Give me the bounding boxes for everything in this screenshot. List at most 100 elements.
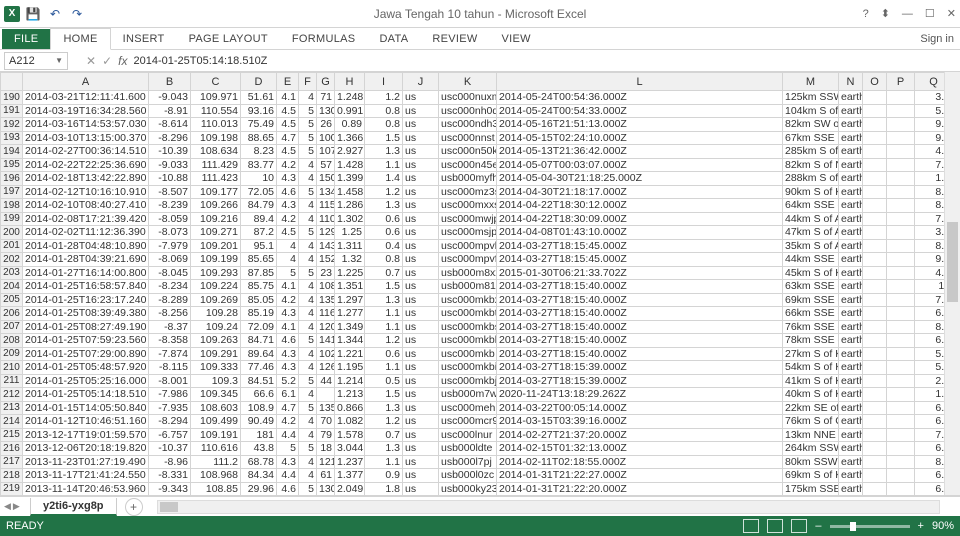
cell[interactable]: -8.507 <box>149 185 191 199</box>
cell[interactable]: 2014-01-25T16:23:17.240 <box>23 293 149 307</box>
cell[interactable]: -8.059 <box>149 212 191 226</box>
column-header[interactable]: M <box>783 73 839 91</box>
cell[interactable]: usc000nuxm <box>439 91 497 105</box>
row-header[interactable]: 214 <box>1 415 23 429</box>
cell[interactable]: 4 <box>299 253 317 267</box>
cell[interactable]: 0.6 <box>365 347 403 361</box>
cell[interactable]: 2014-05-15T02:24:10.000Z <box>497 131 783 145</box>
cell[interactable]: earthquake <box>839 361 863 375</box>
column-header[interactable]: E <box>277 73 299 91</box>
cell[interactable]: 110.554 <box>191 104 241 118</box>
row-header[interactable]: 207 <box>1 320 23 334</box>
cell[interactable]: 5 <box>299 334 317 348</box>
cell[interactable]: -7.874 <box>149 347 191 361</box>
cell[interactable]: 1.3 <box>365 401 403 415</box>
cell[interactable]: 4.3 <box>277 307 299 321</box>
cell[interactable]: 2013-11-14T20:46:53.960 <box>23 482 149 496</box>
cell[interactable] <box>863 199 887 213</box>
cell[interactable]: 84.34 <box>241 469 277 483</box>
cell[interactable]: 2015-01-30T06:21:33.702Z <box>497 266 783 280</box>
select-all-corner[interactable] <box>1 73 23 91</box>
cell[interactable] <box>863 118 887 132</box>
cell[interactable]: usb000myfh <box>439 172 497 186</box>
cell[interactable]: usb000m81 <box>439 280 497 294</box>
cell[interactable]: 4.2 <box>277 415 299 429</box>
cell[interactable]: 108.968 <box>191 469 241 483</box>
cell[interactable]: -8.294 <box>149 415 191 429</box>
cell[interactable]: 2.927 <box>335 145 365 159</box>
cell[interactable]: earthquake <box>839 347 863 361</box>
cell[interactable]: 4.3 <box>277 347 299 361</box>
cell[interactable]: 109.201 <box>191 239 241 253</box>
cell[interactable]: 1.458 <box>335 185 365 199</box>
cell[interactable]: us <box>403 307 439 321</box>
cell[interactable]: 285km S of Sindangsari, Indonesia <box>783 145 839 159</box>
column-header[interactable]: N <box>839 73 863 91</box>
cell[interactable]: earthquake <box>839 212 863 226</box>
cell[interactable]: 2014-03-27T18:15:40.000Z <box>497 334 783 348</box>
cell[interactable]: 90km S of Karangbadar Kidul, Indonesia <box>783 185 839 199</box>
cell[interactable]: 2014-03-21T12:11:41.600 <box>23 91 149 105</box>
cell[interactable]: -8.296 <box>149 131 191 145</box>
row-header[interactable]: 204 <box>1 280 23 294</box>
cell[interactable]: 5 <box>299 482 317 496</box>
cell[interactable]: -8.91 <box>149 104 191 118</box>
cell[interactable]: 125km SSW of Bambanglipuro, Indonesia <box>783 91 839 105</box>
cell[interactable]: 1.1 <box>365 455 403 469</box>
cell[interactable] <box>863 415 887 429</box>
cell[interactable]: 111.2 <box>191 455 241 469</box>
cell[interactable]: 44km S of Adipala, Indonesia <box>783 212 839 226</box>
tab-data[interactable]: DATA <box>367 29 420 49</box>
row-header[interactable]: 211 <box>1 374 23 388</box>
cell[interactable] <box>887 199 915 213</box>
column-header[interactable]: K <box>439 73 497 91</box>
cell[interactable]: 4.3 <box>277 199 299 213</box>
cell[interactable] <box>887 145 915 159</box>
cell[interactable]: earthquake <box>839 334 863 348</box>
cell[interactable] <box>887 388 915 402</box>
cell[interactable]: 64km SSE of Karangbadar Kidul, Indonesia <box>783 199 839 213</box>
cell[interactable]: 4.1 <box>277 91 299 105</box>
cell[interactable]: 1.2 <box>365 91 403 105</box>
scroll-thumb[interactable] <box>947 222 958 302</box>
cell[interactable]: 4.1 <box>277 320 299 334</box>
cell[interactable]: 88.65 <box>241 131 277 145</box>
cell[interactable] <box>887 118 915 132</box>
zoom-level[interactable]: 90% <box>932 520 954 532</box>
tab-home[interactable]: HOME <box>50 28 110 50</box>
cell[interactable]: 0.9 <box>365 469 403 483</box>
chevron-down-icon[interactable]: ▼ <box>55 56 63 65</box>
cell[interactable]: 2014-01-12T10:46:51.160 <box>23 415 149 429</box>
cell[interactable]: us <box>403 482 439 496</box>
cell[interactable]: 4 <box>299 469 317 483</box>
cell[interactable]: 2014-03-27T18:15:39.000Z <box>497 374 783 388</box>
cell[interactable]: us <box>403 145 439 159</box>
cell[interactable]: 102 <box>317 347 335 361</box>
cell[interactable]: us <box>403 280 439 294</box>
cell[interactable]: 4 <box>299 293 317 307</box>
cell[interactable]: 69km S of Karangbadar Kidul, Indonesia <box>783 469 839 483</box>
cell[interactable]: -8.358 <box>149 334 191 348</box>
cell[interactable]: 100 <box>317 131 335 145</box>
cell[interactable]: 84.51 <box>241 374 277 388</box>
cell[interactable]: 4.5 <box>277 145 299 159</box>
cell[interactable]: -10.88 <box>149 172 191 186</box>
cell[interactable]: 0.5 <box>365 374 403 388</box>
close-icon[interactable]: ✕ <box>947 7 956 20</box>
cell[interactable]: us <box>403 334 439 348</box>
cell[interactable]: 75.49 <box>241 118 277 132</box>
cell[interactable]: -10.39 <box>149 145 191 159</box>
cell[interactable]: 5 <box>277 266 299 280</box>
cell[interactable]: 2014-01-25T07:59:23.560 <box>23 334 149 348</box>
cell[interactable]: earthquake <box>839 104 863 118</box>
cell[interactable]: 4 <box>277 239 299 253</box>
cell[interactable]: 4 <box>299 91 317 105</box>
cell[interactable]: earthquake <box>839 199 863 213</box>
cell[interactable]: usb000m8xx <box>439 266 497 280</box>
cell[interactable]: 0.4 <box>365 239 403 253</box>
cell[interactable]: 5 <box>299 185 317 199</box>
cell[interactable] <box>887 172 915 186</box>
cell[interactable]: 2014-01-27T16:14:00.800 <box>23 266 149 280</box>
cell[interactable]: 5 <box>299 131 317 145</box>
cell[interactable]: 61 <box>317 469 335 483</box>
